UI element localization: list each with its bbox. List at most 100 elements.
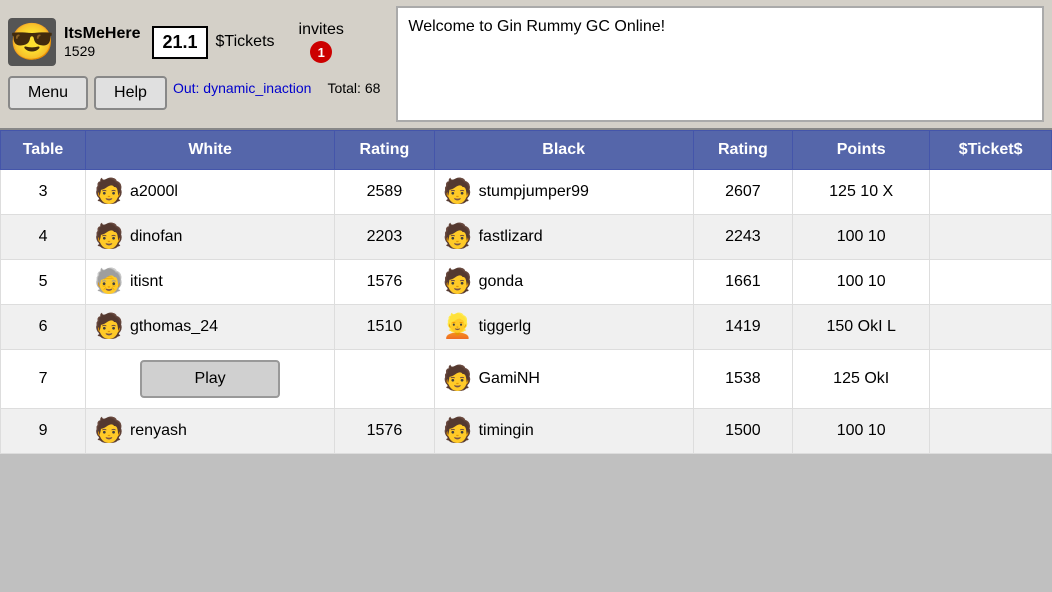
buttons-row: Menu Help Out: dynamic_inaction Total: 6… bbox=[8, 76, 380, 110]
total-label: Total: 68 bbox=[327, 80, 380, 110]
username: ItsMeHere bbox=[64, 25, 140, 43]
white-avatar: 🧑 bbox=[94, 419, 124, 443]
cell-table-num: 6 bbox=[1, 305, 86, 350]
black-name: gonda bbox=[479, 273, 524, 291]
cell-tickets bbox=[930, 260, 1052, 305]
black-avatar: 🧑 bbox=[443, 419, 473, 443]
white-name: dinofan bbox=[130, 228, 183, 246]
cell-white-player: 🧑 dinofan bbox=[86, 215, 335, 260]
white-name: gthomas_24 bbox=[130, 318, 218, 336]
menu-button[interactable]: Menu bbox=[8, 76, 88, 110]
cell-black-rating: 2607 bbox=[693, 170, 793, 215]
cell-white-player: 🧑 a2000l bbox=[86, 170, 335, 215]
avatar: 😎 bbox=[8, 18, 56, 66]
cell-points: 125 OkI bbox=[793, 350, 930, 409]
cell-black-rating: 2243 bbox=[693, 215, 793, 260]
cell-points: 100 10 bbox=[793, 409, 930, 454]
black-avatar: 🧑 bbox=[443, 225, 473, 249]
cell-black-player: 🧑 fastlizard bbox=[434, 215, 693, 260]
cell-black-player: 🧑 GamiNH bbox=[434, 350, 693, 409]
help-button[interactable]: Help bbox=[94, 76, 167, 110]
col-tickets: $Ticket$ bbox=[930, 131, 1052, 170]
tickets-value: 21.1 bbox=[162, 32, 197, 52]
cell-table-num: 7 bbox=[1, 350, 86, 409]
username-info: ItsMeHere 1529 bbox=[64, 25, 140, 59]
table-header-row: Table White Rating Black Rating Points $… bbox=[1, 131, 1052, 170]
user-section: 😎 ItsMeHere 1529 21.1 $Tickets invites 1… bbox=[8, 18, 380, 110]
white-name: a2000l bbox=[130, 183, 178, 201]
black-avatar: 🧑 bbox=[443, 367, 473, 391]
tickets-box: 21.1 bbox=[152, 26, 207, 59]
black-name: stumpjumper99 bbox=[479, 183, 589, 201]
cell-tickets bbox=[930, 409, 1052, 454]
cell-points: 150 OkI L bbox=[793, 305, 930, 350]
play-button[interactable]: Play bbox=[140, 360, 280, 398]
cell-black-rating: 1419 bbox=[693, 305, 793, 350]
header: 😎 ItsMeHere 1529 21.1 $Tickets invites 1… bbox=[0, 0, 1052, 130]
table-row[interactable]: 6 🧑 gthomas_24 1510 👱 tiggerlg 1419150 OkI L bbox=[1, 305, 1052, 350]
cell-black-player: 👱 tiggerlg bbox=[434, 305, 693, 350]
cell-white-rating: 1510 bbox=[335, 305, 435, 350]
invites-section[interactable]: invites 1 bbox=[299, 21, 344, 63]
black-name: GamiNH bbox=[479, 370, 540, 388]
col-black: Black bbox=[434, 131, 693, 170]
white-avatar: 🧑 bbox=[94, 180, 124, 204]
table-row[interactable]: 7 Play 🧑 GamiNH 1538125 OkI bbox=[1, 350, 1052, 409]
col-table: Table bbox=[1, 131, 86, 170]
cell-white-player: 🧑 renyash bbox=[86, 409, 335, 454]
user-top: 😎 ItsMeHere 1529 21.1 $Tickets invites 1 bbox=[8, 18, 344, 66]
white-name: renyash bbox=[130, 422, 187, 440]
cell-white-rating: 1576 bbox=[335, 260, 435, 305]
col-points: Points bbox=[793, 131, 930, 170]
cell-table-num: 9 bbox=[1, 409, 86, 454]
cell-points: 100 10 bbox=[793, 215, 930, 260]
table-row[interactable]: 5🧓itisnt1576 🧑 gonda 1661100 10 bbox=[1, 260, 1052, 305]
cell-tickets bbox=[930, 170, 1052, 215]
cell-black-rating: 1500 bbox=[693, 409, 793, 454]
cell-white-player: 🧓itisnt bbox=[86, 260, 335, 305]
col-rating-white: Rating bbox=[335, 131, 435, 170]
cell-black-player: 🧑 gonda bbox=[434, 260, 693, 305]
cell-black-rating: 1538 bbox=[693, 350, 793, 409]
white-avatar: 🧓 bbox=[94, 270, 124, 294]
cell-tickets bbox=[930, 305, 1052, 350]
cell-black-player: 🧑 timingin bbox=[434, 409, 693, 454]
cell-white-rating: 1576 bbox=[335, 409, 435, 454]
table-row[interactable]: 3 🧑 a2000l 2589 🧑 stumpjumper99 2607125 10 X bbox=[1, 170, 1052, 215]
cell-white-player: Play bbox=[86, 350, 335, 409]
welcome-text: Welcome to Gin Rummy GC Online! bbox=[408, 18, 665, 36]
cell-points: 100 10 bbox=[793, 260, 930, 305]
cell-table-num: 5 bbox=[1, 260, 86, 305]
black-avatar: 🧑 bbox=[443, 180, 473, 204]
white-avatar: 🧑 bbox=[94, 225, 124, 249]
white-avatar: 🧑 bbox=[94, 315, 124, 339]
cell-white-rating bbox=[335, 350, 435, 409]
col-rating-black: Rating bbox=[693, 131, 793, 170]
table-row[interactable]: 9 🧑 renyash 1576 🧑 timingin 1500100 10 bbox=[1, 409, 1052, 454]
cell-tickets bbox=[930, 350, 1052, 409]
black-avatar: 🧑 bbox=[443, 270, 473, 294]
cell-tickets bbox=[930, 215, 1052, 260]
col-white: White bbox=[86, 131, 335, 170]
tickets-label: $Tickets bbox=[216, 33, 275, 51]
welcome-box: Welcome to Gin Rummy GC Online! bbox=[396, 6, 1044, 122]
status-text: Out: dynamic_inaction bbox=[173, 80, 312, 110]
table-row[interactable]: 4 🧑 dinofan 2203 🧑 fastlizard 2243100 10 bbox=[1, 215, 1052, 260]
cell-white-rating: 2589 bbox=[335, 170, 435, 215]
invites-badge[interactable]: 1 bbox=[310, 41, 332, 63]
cell-table-num: 4 bbox=[1, 215, 86, 260]
black-name: tiggerlg bbox=[479, 318, 531, 336]
black-name: fastlizard bbox=[479, 228, 543, 246]
game-table: Table White Rating Black Rating Points $… bbox=[0, 130, 1052, 454]
black-name: timingin bbox=[479, 422, 534, 440]
user-rating: 1529 bbox=[64, 43, 140, 59]
cell-black-rating: 1661 bbox=[693, 260, 793, 305]
invites-label: invites bbox=[299, 21, 344, 39]
cell-points: 125 10 X bbox=[793, 170, 930, 215]
cell-white-rating: 2203 bbox=[335, 215, 435, 260]
black-avatar: 👱 bbox=[443, 315, 473, 339]
cell-black-player: 🧑 stumpjumper99 bbox=[434, 170, 693, 215]
table-body: 3🧑a2000l2589🧑stumpjumper992607125 10 X4🧑… bbox=[1, 170, 1052, 454]
cell-table-num: 3 bbox=[1, 170, 86, 215]
cell-white-player: 🧑 gthomas_24 bbox=[86, 305, 335, 350]
